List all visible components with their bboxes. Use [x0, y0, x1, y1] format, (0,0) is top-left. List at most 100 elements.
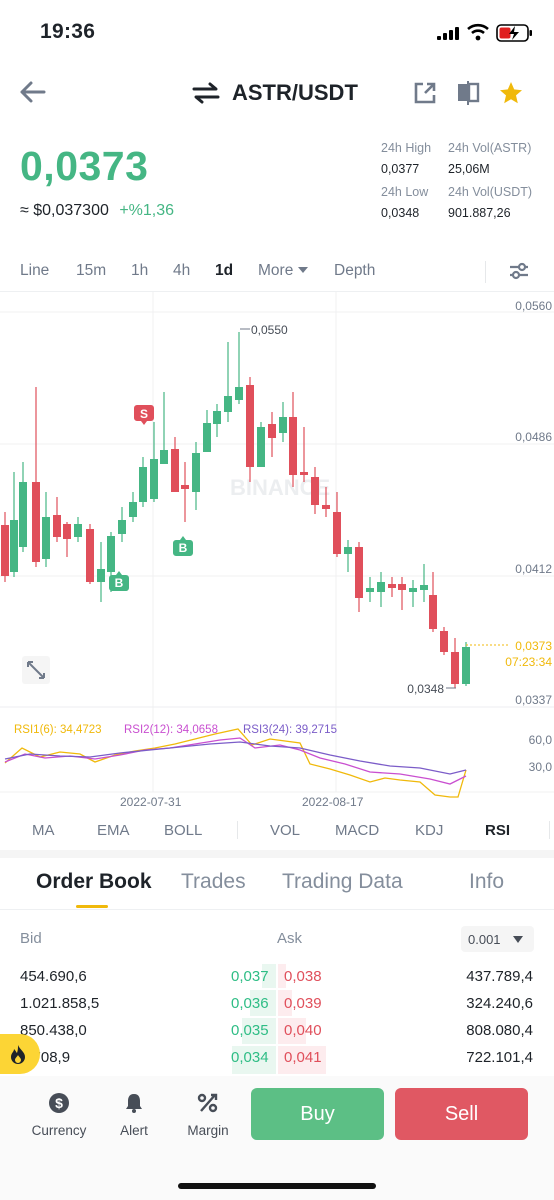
indicator-kdj[interactable]: KDJ	[415, 822, 443, 839]
precision-select[interactable]: 0.001	[461, 926, 534, 952]
candle-body	[377, 582, 385, 592]
precision-value: 0.001	[468, 932, 501, 947]
rsi-level-60: 60,0	[529, 733, 553, 747]
tab-info[interactable]: Info	[469, 870, 504, 894]
candle-body	[398, 584, 406, 590]
indicator-boll[interactable]: BOLL	[164, 822, 202, 839]
bid-price[interactable]: 0,034	[231, 1049, 269, 1066]
bid-qty: 1.021.858,5	[20, 995, 100, 1012]
back-button[interactable]	[18, 80, 46, 109]
rsi1-line	[4, 728, 467, 798]
interval-depth[interactable]: Depth	[334, 262, 375, 280]
indicator-ema[interactable]: EMA	[97, 822, 130, 839]
buy-button[interactable]: Buy	[251, 1088, 384, 1140]
floating-hot-button[interactable]	[0, 1034, 40, 1074]
separator	[485, 261, 486, 283]
ask-qty: 437.789,4	[466, 968, 533, 985]
bid-price[interactable]: 0,035	[231, 1022, 269, 1039]
y-label-top: 0,0560	[515, 299, 552, 313]
bid-qty: 454.690,6	[20, 968, 87, 985]
candle-body	[451, 652, 459, 684]
pair-title: ASTR/USDT	[232, 80, 358, 105]
candle-body	[42, 517, 50, 559]
candle-body	[19, 482, 27, 547]
rsi-level-30: 30,0	[529, 760, 553, 774]
interval-line[interactable]: Line	[20, 262, 49, 280]
share-icon	[414, 82, 436, 104]
nav-currency-label: Currency	[31, 1123, 87, 1138]
interval-15m[interactable]: 15m	[76, 262, 106, 280]
sell-signal[interactable]: S	[134, 405, 154, 425]
bid-price[interactable]: 0,037	[231, 968, 269, 985]
rsi3-line	[4, 741, 467, 775]
chart-settings-icon[interactable]	[508, 260, 530, 282]
candle-body	[366, 588, 374, 592]
candle-body	[462, 647, 470, 684]
ask-price[interactable]: 0,039	[284, 995, 322, 1012]
ask-header: Ask	[277, 930, 303, 947]
candle-body	[440, 631, 448, 652]
candle-body	[333, 512, 341, 554]
vol-quote-label: 24h Vol(USDT)	[448, 185, 533, 199]
candle-body	[150, 459, 158, 499]
wifi-icon	[467, 23, 489, 46]
rsi3-legend: RSI3(24): 39,2715	[243, 724, 337, 736]
bid-header: Bid	[20, 930, 42, 947]
share-button[interactable]	[412, 80, 438, 111]
nav-margin[interactable]: Margin	[182, 1092, 234, 1138]
tab-order-book[interactable]: Order Book	[36, 870, 152, 894]
ask-price[interactable]: 0,041	[284, 1049, 322, 1066]
candle-body	[409, 588, 417, 592]
low-marker: 0,0348	[407, 682, 444, 696]
indicator-ma[interactable]: MA	[32, 822, 55, 839]
interval-1d[interactable]: 1d	[215, 262, 233, 280]
indicator-rsi[interactable]: RSI	[485, 822, 510, 839]
nav-alert[interactable]: Alert	[108, 1092, 160, 1138]
low-label: 24h Low	[381, 185, 429, 199]
fullscreen-button[interactable]	[22, 656, 50, 684]
price-change: +%1,36	[119, 202, 175, 219]
y-label-bottom: 0,0337	[515, 693, 552, 707]
candle-body	[1, 525, 9, 576]
bid-price[interactable]: 0,036	[231, 995, 269, 1012]
interval-more[interactable]: More	[258, 262, 309, 280]
vol-quote-value: 901.887,26	[448, 206, 511, 220]
tab-trades[interactable]: Trades	[181, 870, 246, 894]
nav-currency[interactable]: $ Currency	[26, 1092, 92, 1138]
candle-body	[63, 524, 71, 539]
percent-icon	[197, 1093, 218, 1113]
buy-signal[interactable]: B	[173, 536, 193, 556]
indicator-macd[interactable]: MACD	[335, 822, 379, 839]
interval-4h[interactable]: 4h	[173, 262, 190, 280]
y-label-2: 0,0486	[515, 430, 552, 444]
favorite-button[interactable]	[498, 80, 524, 111]
caret-down-icon	[513, 936, 523, 943]
sell-button[interactable]: Sell	[395, 1088, 528, 1140]
candlestick-chart[interactable]: BINANCE 0,0560 0,0486 0,0412 0,0337 0,05…	[0, 292, 554, 808]
interval-1h[interactable]: 1h	[131, 262, 148, 280]
pair-selector[interactable]: ASTR/USDT	[192, 80, 358, 106]
interval-more-label: More	[258, 262, 294, 279]
date-label-2: 2022-08-17	[302, 795, 364, 808]
rsi1-legend: RSI1(6): 34,4723	[14, 724, 102, 736]
candle-body	[388, 584, 396, 588]
buy-signal[interactable]: B	[109, 571, 129, 591]
price-subline: ≈ $0,037300 +%1,36	[20, 202, 174, 220]
ask-qty: 324.240,6	[466, 995, 533, 1012]
ask-price[interactable]: 0,040	[284, 1022, 322, 1039]
candle-body	[289, 417, 297, 475]
candle-body	[118, 520, 126, 534]
ask-price[interactable]: 0,038	[284, 968, 322, 985]
vol-base-value: 25,06M	[448, 162, 490, 176]
flame-icon	[11, 1045, 25, 1064]
candle-body	[322, 505, 330, 509]
svg-text:$: $	[55, 1095, 63, 1111]
indicator-vol[interactable]: VOL	[270, 822, 300, 839]
compare-button[interactable]	[455, 80, 481, 111]
tab-trading-data[interactable]: Trading Data	[282, 870, 403, 894]
swap-icon	[192, 82, 220, 104]
candle-body	[279, 417, 287, 433]
y-label-3: 0,0412	[515, 562, 552, 576]
candle-body	[32, 482, 40, 562]
ask-qty: 722.101,4	[466, 1049, 533, 1066]
